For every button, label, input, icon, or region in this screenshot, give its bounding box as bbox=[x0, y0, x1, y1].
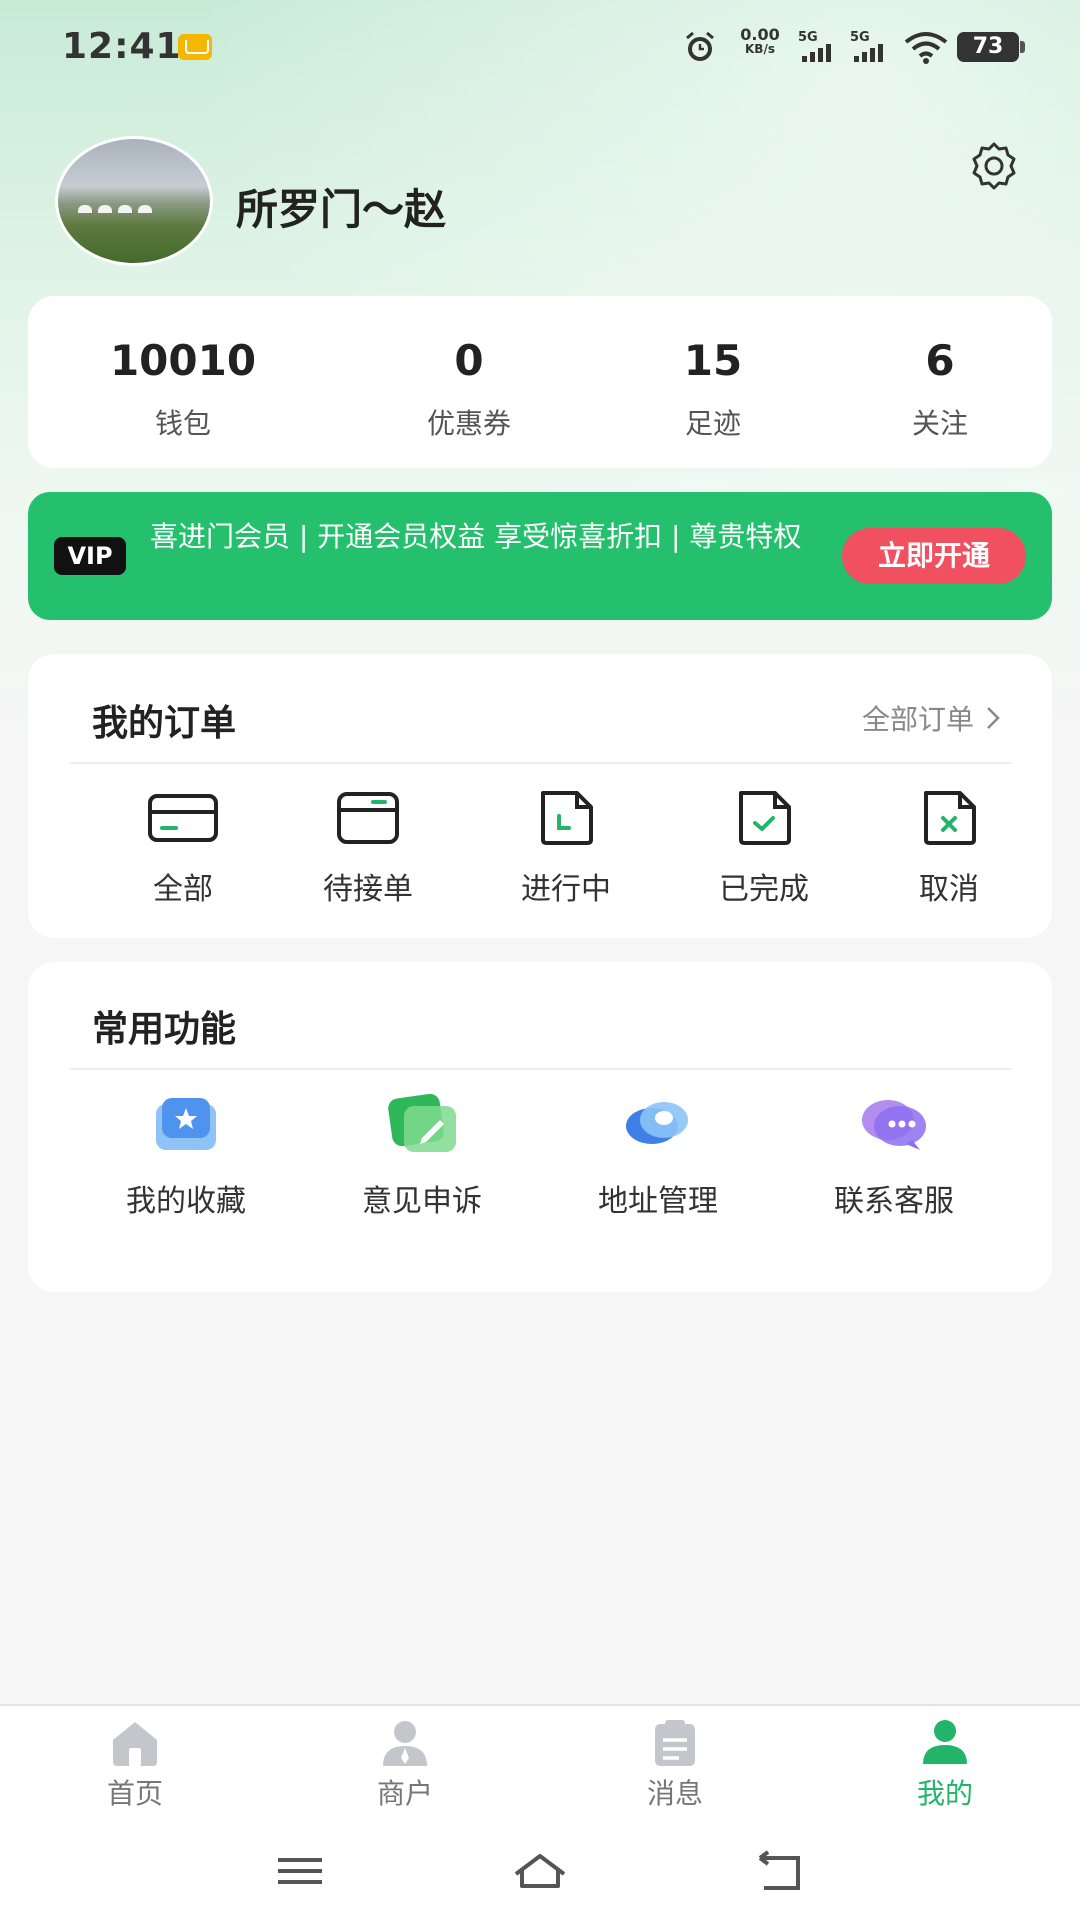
function-label: 我的收藏 bbox=[126, 1184, 246, 1219]
feedback-icon bbox=[388, 1093, 456, 1152]
tab-label: 商户 bbox=[376, 1777, 433, 1810]
home-icon bbox=[113, 1722, 157, 1766]
menu-icon[interactable] bbox=[270, 1846, 330, 1896]
vip-badge: VIP bbox=[54, 537, 126, 575]
tab-merchant[interactable]: 商户 bbox=[345, 1718, 465, 1812]
card-icon bbox=[148, 794, 218, 842]
system-nav-bar bbox=[0, 1824, 1080, 1920]
inbox-icon bbox=[337, 792, 399, 844]
function-label: 地址管理 bbox=[598, 1184, 718, 1219]
status-bar: 12:41 0.00 KB/s 5G 5G 73 bbox=[0, 0, 1080, 96]
address-entry[interactable]: 地址管理 bbox=[558, 1092, 758, 1220]
order-filter-all[interactable]: 全部 bbox=[108, 790, 258, 908]
battery-icon: 73 bbox=[957, 32, 1025, 62]
doc-cancel-icon bbox=[924, 791, 976, 845]
customer-service-entry[interactable]: 联系客服 bbox=[794, 1092, 994, 1220]
stat-value: 6 bbox=[925, 336, 955, 385]
favorites-entry[interactable]: 我的收藏 bbox=[86, 1092, 286, 1220]
order-filter-pending[interactable]: 待接单 bbox=[293, 790, 443, 908]
tab-messages[interactable]: 消息 bbox=[615, 1718, 735, 1812]
order-filter-label: 取消 bbox=[919, 872, 979, 907]
order-filter-in-progress[interactable]: 进行中 bbox=[491, 790, 641, 908]
stat-label: 足迹 bbox=[684, 407, 741, 440]
tab-label: 首页 bbox=[106, 1777, 163, 1810]
doc-progress-icon bbox=[541, 791, 593, 845]
wifi-icon bbox=[904, 32, 948, 64]
order-filter-label: 全部 bbox=[153, 872, 213, 907]
signal-icon: 5G bbox=[850, 30, 896, 64]
alarm-icon bbox=[686, 31, 714, 61]
stat-label: 钱包 bbox=[154, 407, 211, 440]
orders-title: 我的订单 bbox=[92, 703, 237, 744]
doc-check-icon bbox=[739, 791, 791, 845]
all-orders-label: 全部订单 bbox=[861, 703, 974, 736]
order-filter-label: 进行中 bbox=[521, 872, 611, 907]
feedback-entry[interactable]: 意见申诉 bbox=[322, 1092, 522, 1220]
customer-service-icon bbox=[862, 1100, 926, 1150]
network-speed: 0.00 KB/s bbox=[740, 25, 780, 57]
back-icon[interactable] bbox=[750, 1846, 810, 1896]
order-filter-cancelled[interactable]: 取消 bbox=[874, 790, 1024, 908]
function-label: 联系客服 bbox=[834, 1184, 954, 1219]
stat-value: 0 bbox=[454, 336, 484, 385]
message-icon bbox=[655, 1720, 695, 1766]
bottom-tab-bar: 首页 商户 消息 我的 bbox=[0, 1704, 1080, 1826]
vip-description: 喜进门会员 | 开通会员权益 享受惊喜折扣 | 尊贵特权 bbox=[150, 520, 802, 553]
order-filter-label: 已完成 bbox=[719, 872, 809, 907]
stat-value: 10010 bbox=[109, 336, 257, 385]
username: 所罗门～赵 bbox=[236, 185, 447, 234]
stat-label: 关注 bbox=[911, 407, 968, 440]
status-time: 12:41 bbox=[62, 26, 182, 67]
profile-icon bbox=[923, 1720, 967, 1764]
all-orders-link[interactable]: 全部订单 bbox=[862, 698, 1002, 738]
signal-icon: 5G bbox=[798, 30, 844, 64]
stat-label: 优惠券 bbox=[426, 407, 511, 440]
avatar[interactable] bbox=[55, 136, 213, 266]
function-label: 意见申诉 bbox=[362, 1184, 482, 1219]
stats-card: 10010 钱包 0 优惠券 15 足迹 6 关注 bbox=[28, 296, 1052, 468]
divider bbox=[70, 1068, 1012, 1070]
order-filter-completed[interactable]: 已完成 bbox=[689, 790, 839, 908]
favorites-icon bbox=[156, 1098, 216, 1150]
tab-label: 消息 bbox=[646, 1777, 703, 1810]
gear-icon[interactable] bbox=[966, 138, 1022, 194]
chevron-right-icon bbox=[987, 707, 1000, 729]
orders-card: 我的订单 全部订单 全部 待接单 进行中 已完成 取消 bbox=[28, 654, 1052, 938]
vip-banner[interactable]: VIP 喜进门会员 | 开通会员权益 享受惊喜折扣 | 尊贵特权 立即开通 bbox=[28, 492, 1052, 620]
tab-profile[interactable]: 我的 bbox=[885, 1718, 1005, 1812]
home-nav-icon[interactable] bbox=[510, 1846, 570, 1896]
mail-notification-icon bbox=[178, 34, 212, 60]
functions-title: 常用功能 bbox=[92, 1009, 237, 1050]
merchant-icon bbox=[383, 1721, 427, 1766]
tab-label: 我的 bbox=[916, 1777, 973, 1810]
tab-home[interactable]: 首页 bbox=[75, 1718, 195, 1812]
divider bbox=[70, 762, 1012, 764]
stat-value: 15 bbox=[683, 336, 743, 385]
activate-vip-button[interactable]: 立即开通 bbox=[842, 528, 1026, 584]
address-icon bbox=[626, 1102, 688, 1144]
functions-card: 常用功能 我的收藏 意见申诉 地址管理 联系客服 bbox=[28, 962, 1052, 1292]
order-filter-label: 待接单 bbox=[323, 872, 413, 907]
